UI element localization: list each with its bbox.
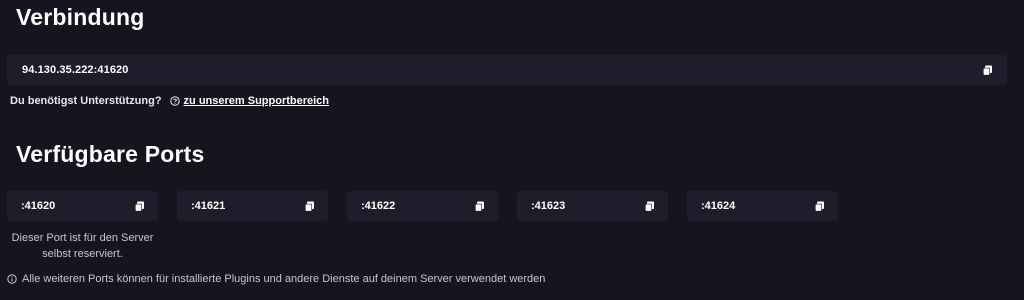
port-value[interactable]: :41620 [21,200,55,212]
port-field[interactable]: :41623 [517,191,668,221]
port-value[interactable]: :41624 [701,200,735,212]
connection-panel: Verbindung 94.130.35.222:41620 Du benöti… [0,0,1024,300]
port-reserved-note: Dieser Port ist für den Server selbst re… [11,232,154,260]
copy-icon[interactable] [813,200,825,212]
connection-address[interactable]: 94.130.35.222:41620 [22,64,129,76]
port-value[interactable]: :41623 [531,200,565,212]
copy-icon[interactable] [981,64,993,76]
support-question: Du benötigst Unterstützung? [10,95,162,107]
ports-info-note: Alle weiteren Ports können für installie… [7,273,545,285]
support-link[interactable]: zu unserem Supportbereich [184,95,329,107]
port-item: :41621 [177,191,328,221]
copy-icon[interactable] [133,200,145,212]
ports-info-text: Alle weiteren Ports können für installie… [22,273,546,285]
connection-title: Verbindung [16,4,145,30]
connection-address-field[interactable]: 94.130.35.222:41620 [7,55,1007,85]
port-item: :41623 [517,191,668,221]
support-help[interactable]: zu unserem Supportbereich [169,95,329,107]
support-row: Du benötigst Unterstützung? zu unserem S… [10,95,329,107]
copy-icon[interactable] [643,200,655,212]
port-field[interactable]: :41624 [687,191,838,221]
port-item: :41622 [347,191,498,221]
info-circle-icon [7,274,17,284]
port-field[interactable]: :41622 [347,191,498,221]
help-circle-icon [169,96,180,106]
port-value[interactable]: :41622 [361,200,395,212]
port-item: :41620 Dieser Port ist für den Server se… [7,191,158,262]
port-field[interactable]: :41620 [7,191,158,221]
copy-icon[interactable] [303,200,315,212]
port-item: :41624 [687,191,838,221]
port-value[interactable]: :41621 [191,200,225,212]
port-field[interactable]: :41621 [177,191,328,221]
copy-icon[interactable] [473,200,485,212]
ports-title: Verfügbare Ports [16,141,205,167]
